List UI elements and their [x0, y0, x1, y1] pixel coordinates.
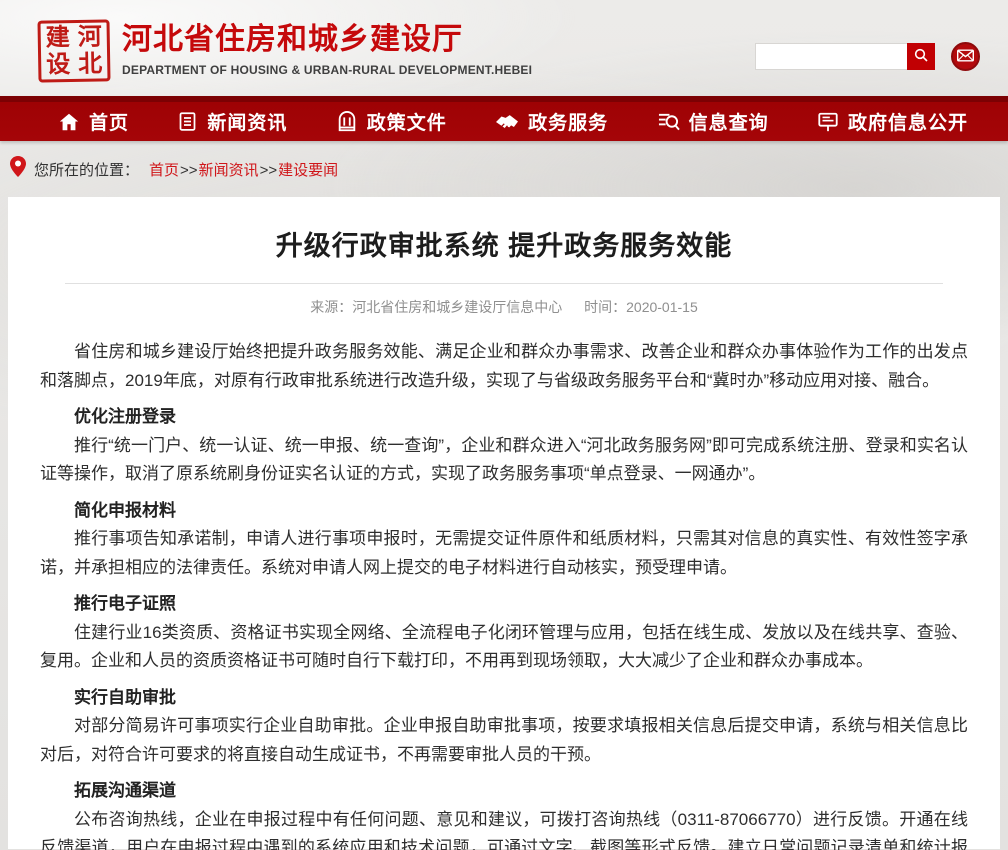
section-paragraph: 公布咨询热线，企业在申报过程中有任何问题、意见和建议，可拨打咨询热线（0311-… [40, 806, 968, 850]
breadcrumb-link-construction-news[interactable]: 建设要闻 [278, 162, 338, 179]
news-icon [177, 111, 198, 132]
nav-label: 信息查询 [689, 108, 769, 135]
breadcrumb-separator: >> [180, 162, 198, 179]
section-paragraph: 推行“统一门户、统一认证、统一申报、统一查询”，企业和群众进入“河北政务服务网”… [40, 432, 968, 489]
nav-label: 政策文件 [367, 108, 447, 135]
section-heading: 简化申报材料 [40, 497, 968, 526]
main-nav: 首页 新闻资讯 政策文件 政务服务 信息查询 政府信息公开 [0, 96, 1008, 141]
disclosure-icon [817, 111, 839, 133]
nav-label: 政府信息公开 [848, 108, 968, 135]
site-subtitle: DEPARTMENT OF HOUSING & URBAN-RURAL DEVE… [122, 63, 532, 77]
mail-button[interactable] [951, 42, 980, 71]
brand-text: 河北省住房和城乡建设厅 DEPARTMENT OF HOUSING & URBA… [122, 23, 532, 77]
agency-seal-logo: 建 河 设 北 [37, 19, 110, 82]
section-paragraph: 对部分简易许可事项实行企业自助审批。企业申报自助审批事项，按要求填报相关信息后提… [40, 712, 968, 769]
article-card: 升级行政审批系统 提升政务服务效能 来源：河北省住房和城乡建设厅信息中心 时间：… [8, 197, 1000, 849]
article-source: 来源：河北省住房和城乡建设厅信息中心 [310, 299, 562, 315]
article-intro-paragraph: 省住房和城乡建设厅始终把提升政务服务效能、满足企业和群众办事需求、改善企业和群众… [40, 338, 968, 395]
article-title: 升级行政审批系统 提升政务服务效能 [40, 224, 968, 263]
nav-label: 首页 [89, 108, 129, 135]
policy-icon [336, 111, 358, 133]
seal-char: 设 [42, 51, 74, 79]
location-pin-icon [10, 156, 26, 182]
article-body: 省住房和城乡建设厅始终把提升政务服务效能、满足企业和群众办事需求、改善企业和群众… [40, 338, 968, 850]
nav-item-policy[interactable]: 政策文件 [336, 108, 447, 135]
search-button[interactable] [907, 43, 935, 70]
title-divider [65, 283, 943, 284]
article-time: 时间：2020-01-15 [584, 299, 698, 315]
section-heading: 拓展沟通渠道 [40, 777, 968, 806]
search-input[interactable] [755, 43, 907, 70]
nav-label: 新闻资讯 [207, 108, 287, 135]
mail-icon [957, 49, 974, 65]
section-paragraph: 住建行业16类资质、资格证书实现全网络、全流程电子化闭环管理与应用，包括在线生成… [40, 619, 968, 676]
breadcrumb-link-home[interactable]: 首页 [149, 162, 179, 179]
search-box [755, 43, 935, 70]
nav-item-news[interactable]: 新闻资讯 [177, 108, 287, 135]
section-heading: 实行自助审批 [40, 684, 968, 713]
site-header: 建 河 设 北 河北省住房和城乡建设厅 DEPARTMENT OF HOUSIN… [0, 0, 1008, 96]
nav-label: 政务服务 [528, 108, 608, 135]
breadcrumb: 您所在的位置： 首页>>新闻资讯>>建设要闻 [0, 141, 1008, 197]
section-heading: 优化注册登录 [40, 403, 968, 432]
handshake-icon [495, 111, 519, 133]
seal-char: 北 [74, 50, 106, 78]
nav-item-query[interactable]: 信息查询 [657, 108, 769, 135]
nav-item-home[interactable]: 首页 [58, 108, 129, 135]
query-icon [657, 111, 680, 132]
search-icon [913, 47, 929, 66]
seal-char: 建 [42, 24, 74, 52]
site-title: 河北省住房和城乡建设厅 [122, 23, 532, 57]
article-meta: 来源：河北省住房和城乡建设厅信息中心 时间：2020-01-15 [40, 297, 968, 317]
home-icon [58, 111, 80, 133]
breadcrumb-separator: >> [260, 162, 278, 179]
breadcrumb-prefix: 您所在的位置： [34, 159, 139, 180]
nav-item-disclosure[interactable]: 政府信息公开 [817, 108, 968, 135]
breadcrumb-link-news[interactable]: 新闻资讯 [199, 162, 259, 179]
seal-char: 河 [74, 23, 106, 51]
nav-item-services[interactable]: 政务服务 [495, 108, 608, 135]
section-heading: 推行电子证照 [40, 590, 968, 619]
section-paragraph: 推行事项告知承诺制，申请人进行事项申报时，无需提交证件原件和纸质材料，只需其对信… [40, 525, 968, 582]
